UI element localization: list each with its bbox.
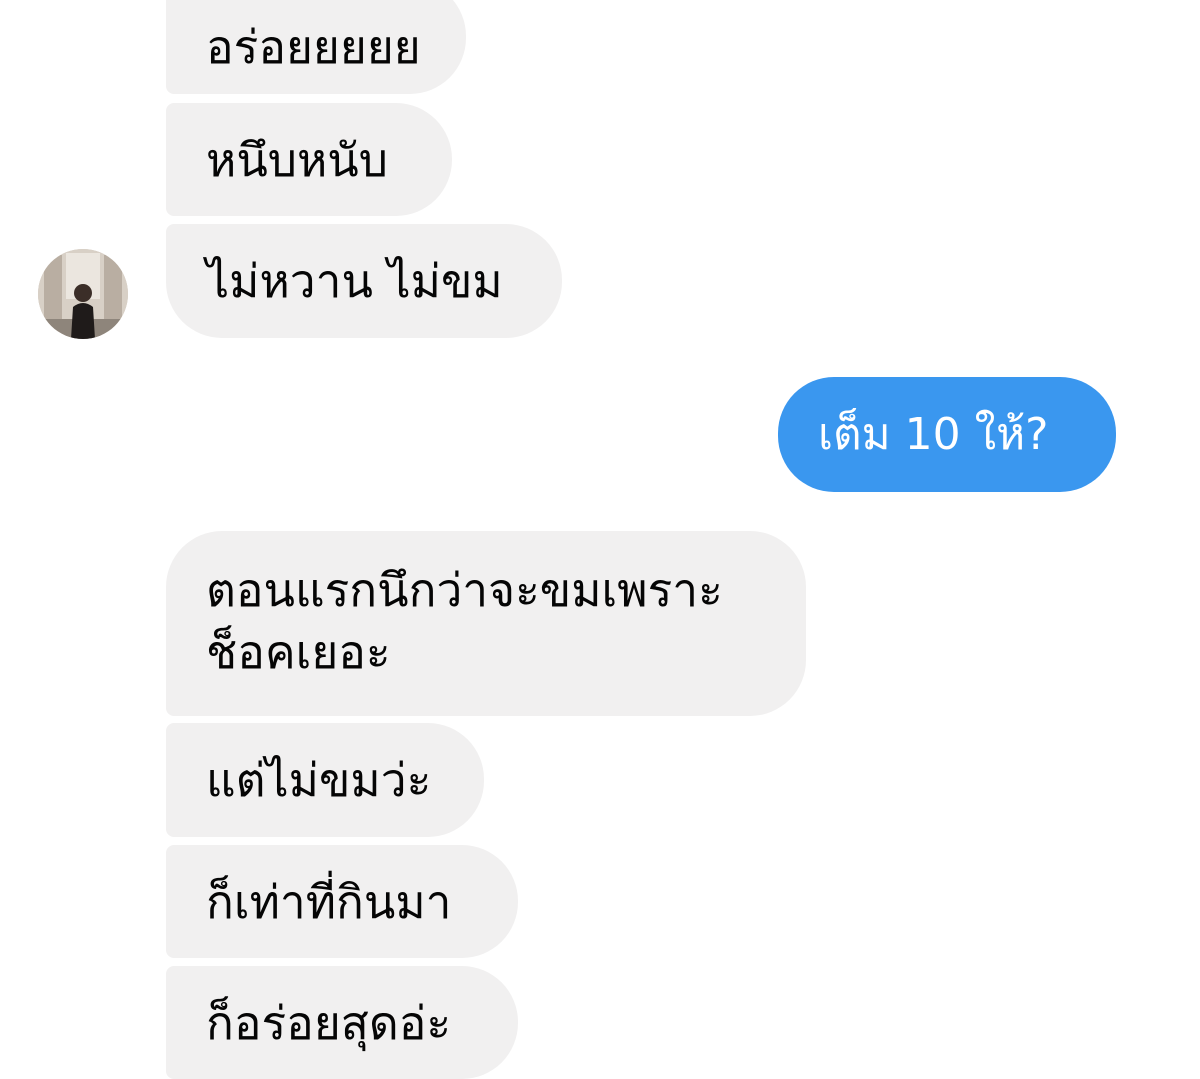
message-bubble-outgoing[interactable]: เต็ม 10 ให้?	[778, 377, 1116, 492]
message-bubble-incoming[interactable]: ไม่หวาน ไม่ขม	[166, 224, 562, 338]
message-text: แต่ไม่ขมว่ะ	[206, 753, 432, 807]
contact-photo-icon	[38, 249, 128, 339]
message-text: อร่อยยยยย	[206, 20, 421, 74]
message-bubble-incoming[interactable]: อร่อยยยยย	[166, 0, 466, 94]
message-text: ตอนแรกนึกว่าจะขมเพราะช็อคเยอะ	[206, 563, 723, 679]
message-text: หนึบหนับ	[206, 132, 388, 187]
message-bubble-incoming[interactable]: ก็เท่าที่กินมา	[166, 845, 518, 958]
message-text: เต็ม 10 ให้?	[818, 408, 1049, 460]
message-text: ก็อร่อยสุดอ่ะ	[206, 995, 452, 1050]
message-text: ก็เท่าที่กินมา	[206, 874, 452, 929]
message-bubble-incoming[interactable]: ตอนแรกนึกว่าจะขมเพราะช็อคเยอะ	[166, 531, 806, 716]
message-text: ไม่หวาน ไม่ขม	[206, 254, 503, 308]
message-bubble-incoming[interactable]: แต่ไม่ขมว่ะ	[166, 723, 484, 837]
message-bubble-incoming[interactable]: หนึบหนับ	[166, 103, 452, 216]
contact-avatar[interactable]	[38, 249, 128, 339]
message-bubble-incoming[interactable]: ก็อร่อยสุดอ่ะ	[166, 966, 518, 1079]
